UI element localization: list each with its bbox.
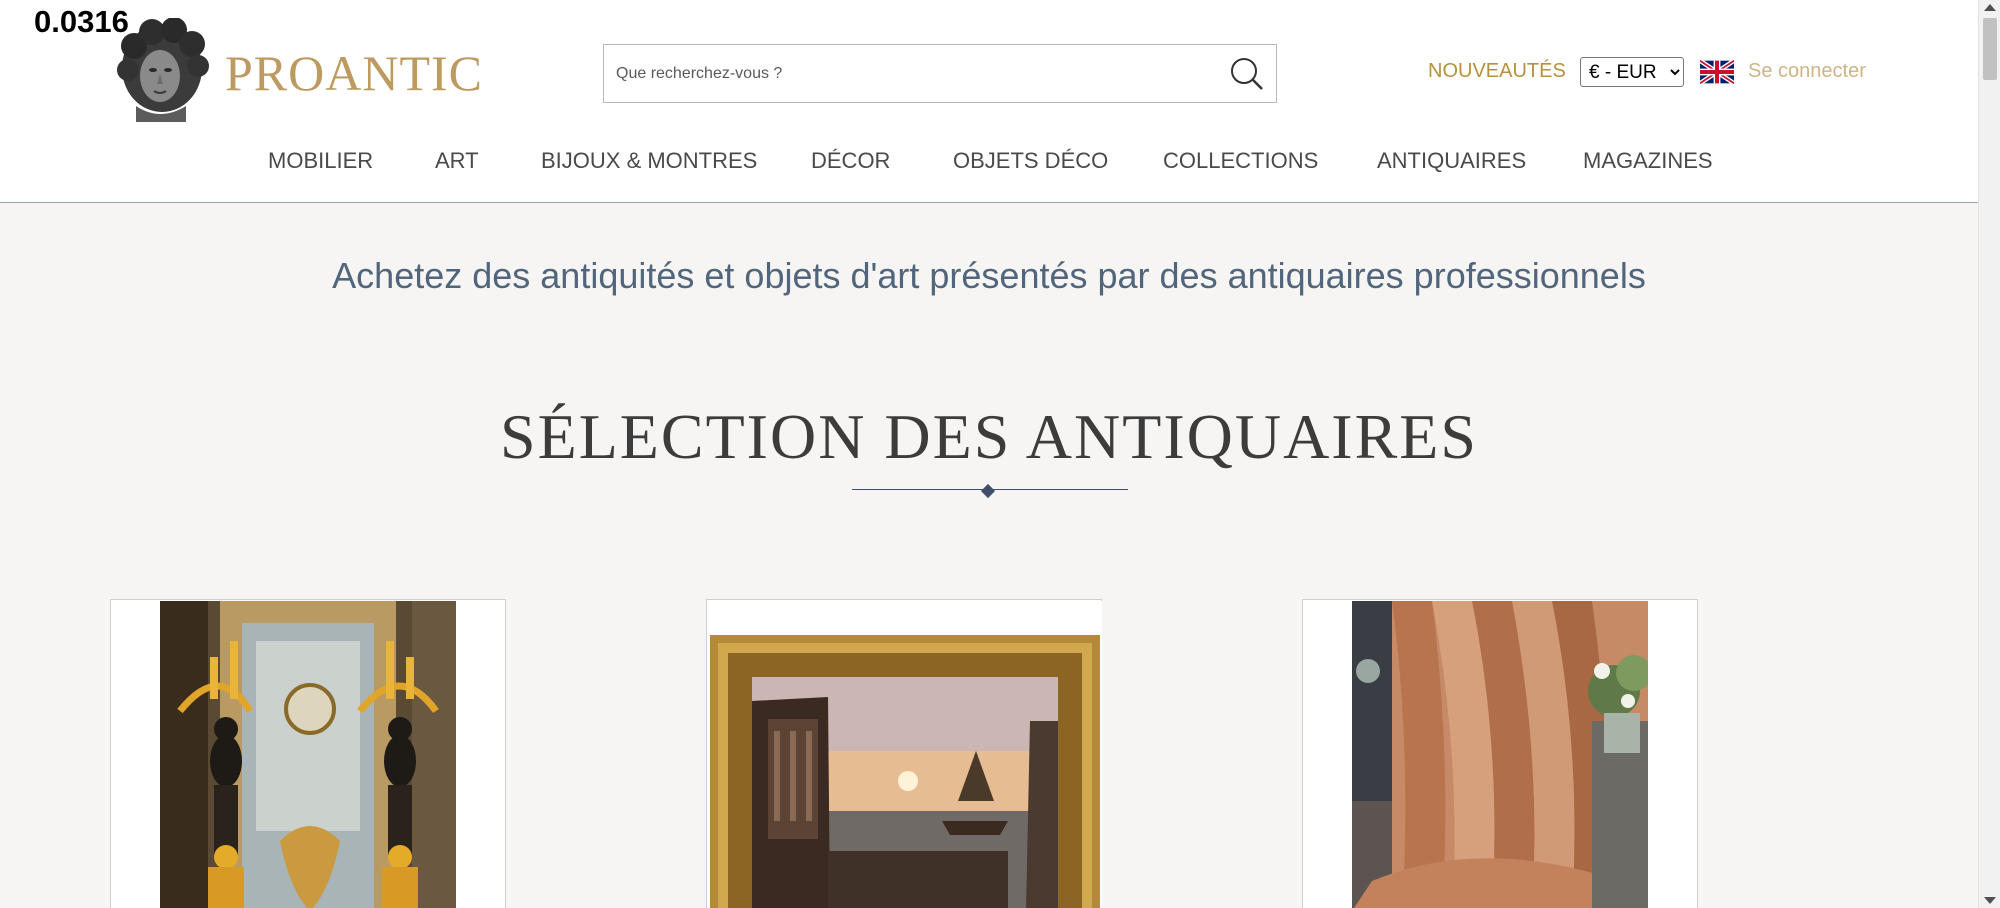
title-divider-ornament — [980, 483, 996, 499]
login-link[interactable]: Se connecter — [1748, 60, 1866, 83]
new-arrivals-link[interactable]: NOUVEAUTÉS — [1428, 60, 1566, 83]
scroll-thumb[interactable] — [1983, 18, 1997, 80]
nav-item-antiquaires[interactable]: ANTIQUAIRES — [1377, 148, 1526, 174]
nav-item-bijoux-montres[interactable]: BIJOUX & MONTRES — [541, 148, 757, 174]
tagline: Achetez des antiquités et objets d'art p… — [332, 255, 1646, 296]
page: 0.0316 PROANTIC NOUVEAUTÉS € — [0, 0, 1978, 908]
search-input[interactable] — [616, 45, 1196, 102]
scroll-up-arrow-icon[interactable] — [1984, 4, 1996, 11]
nav-item-art[interactable]: ART — [435, 148, 479, 174]
product-card[interactable] — [110, 599, 506, 908]
nav-item-magazines[interactable]: MAGAZINES — [1583, 148, 1713, 174]
debug-value: 0.0316 — [34, 4, 129, 39]
uk-flag-icon[interactable] — [1700, 60, 1734, 84]
gilt-bronze-candelabra-image[interactable] — [160, 601, 456, 908]
currency-select[interactable]: € - EUR — [1580, 57, 1684, 87]
search-icon[interactable] — [1228, 55, 1266, 93]
silk-curtains-image[interactable] — [1352, 601, 1648, 908]
harbor-landscape-painting-image[interactable] — [708, 601, 1102, 908]
main-nav: MOBILIER ART BIJOUX & MONTRES DÉCOR OBJE… — [0, 148, 1978, 178]
nav-item-decor[interactable]: DÉCOR — [811, 148, 890, 174]
scrollbar[interactable] — [1978, 0, 2000, 908]
nav-item-mobilier[interactable]: MOBILIER — [268, 148, 373, 174]
section-title: SÉLECTION DES ANTIQUAIRES — [500, 401, 1478, 472]
nav-item-objets-deco[interactable]: OBJETS DÉCO — [953, 148, 1108, 174]
logo-text[interactable]: PROANTIC — [225, 44, 483, 102]
search-box — [603, 44, 1277, 103]
nav-item-collections[interactable]: COLLECTIONS — [1163, 148, 1318, 174]
product-card[interactable] — [706, 599, 1102, 908]
scroll-down-arrow-icon[interactable] — [1984, 897, 1996, 904]
site-header: 0.0316 PROANTIC NOUVEAUTÉS € — [0, 0, 1978, 203]
product-card[interactable] — [1302, 599, 1698, 908]
